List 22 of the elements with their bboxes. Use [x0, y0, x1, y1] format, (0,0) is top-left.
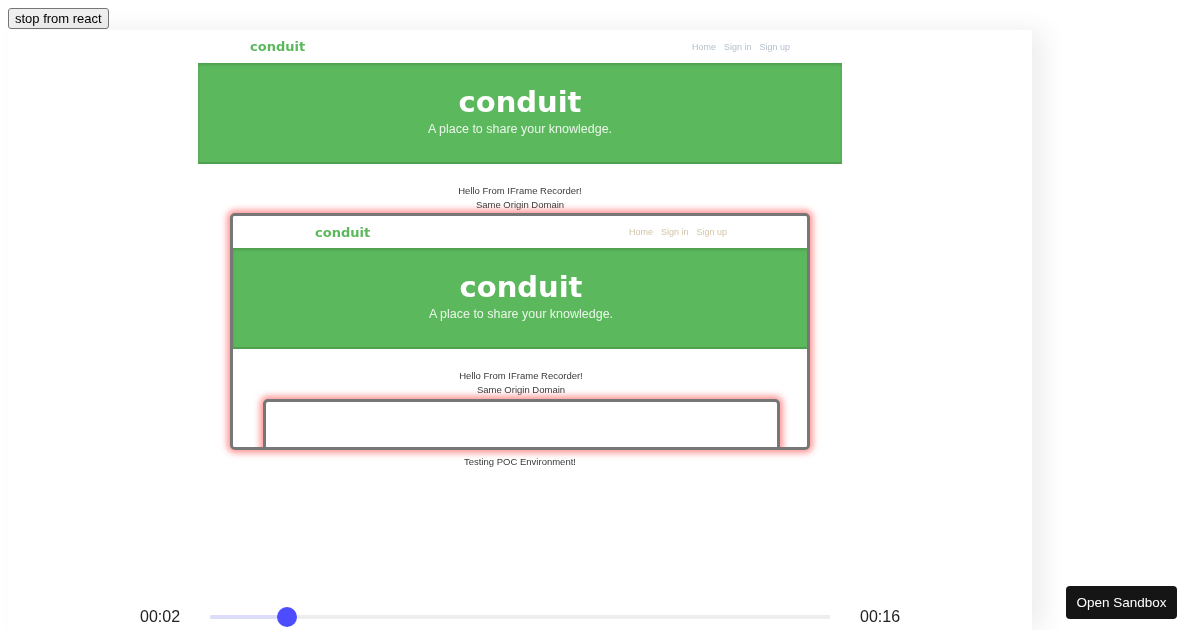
message-text: Hello From IFrame Recorder!: [458, 184, 582, 198]
message-text: Same Origin Domain: [475, 198, 565, 212]
total-time: 00:16: [860, 608, 901, 626]
brand-link[interactable]: conduit: [250, 39, 306, 54]
message-text: Testing POC Environment!: [464, 455, 576, 469]
nav-link[interactable]: Home: [691, 41, 716, 52]
brand-link[interactable]: conduit: [315, 224, 371, 240]
slider-thumb[interactable]: [276, 607, 297, 627]
open-sandbox-button[interactable]: Open Sandbox: [1066, 586, 1177, 619]
message-text: Hello From IFrame Recorder!: [459, 369, 583, 383]
message-text: Same Origin Domain: [476, 383, 566, 397]
nav-link[interactable]: Home: [628, 227, 653, 237]
elapsed-time: 00:02: [140, 608, 181, 626]
banner-subtitle: A place to share your knowledge.: [428, 307, 614, 321]
nav-link[interactable]: Sign in: [660, 227, 689, 237]
nav-link[interactable]: Sign in: [723, 41, 752, 52]
banner-title: conduit: [458, 85, 582, 119]
banner-subtitle: A place to share your knowledge.: [427, 122, 613, 136]
nav-link[interactable]: Sign up: [759, 41, 790, 52]
stop-button[interactable]: stop from react: [8, 8, 109, 29]
nav-link[interactable]: Sign up: [696, 227, 727, 237]
banner-title: conduit: [459, 270, 583, 304]
